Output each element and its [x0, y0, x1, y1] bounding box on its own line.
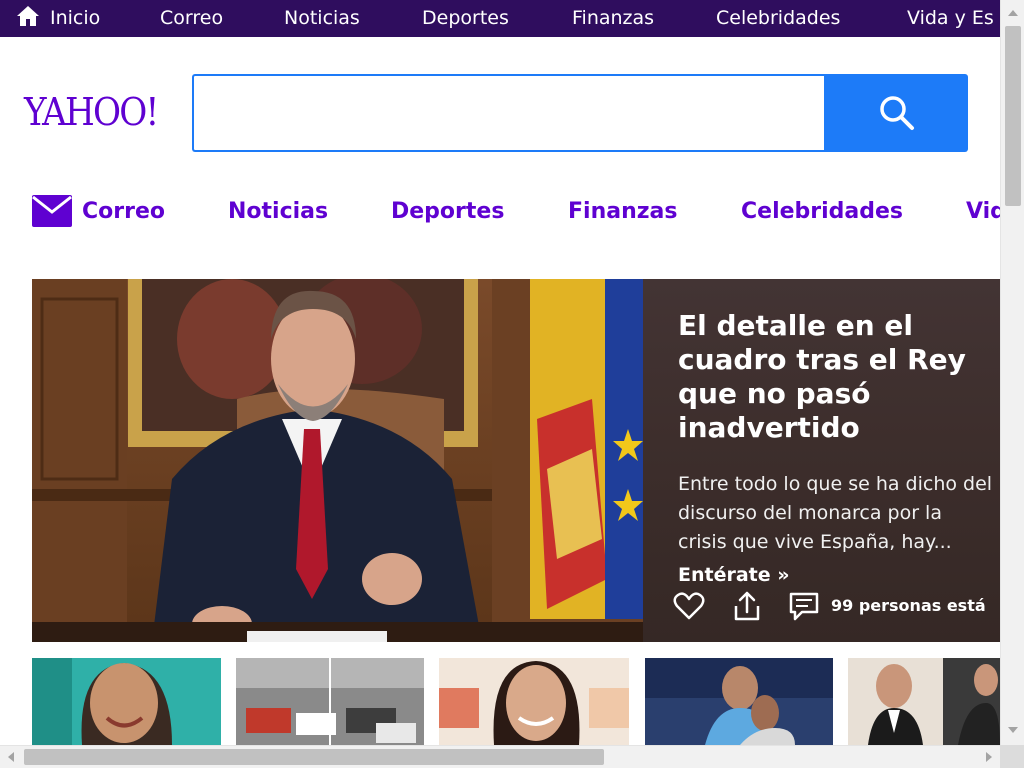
search-icon — [880, 96, 914, 130]
scroll-up-arrow[interactable] — [1008, 10, 1018, 16]
top-nav-correo[interactable]: Correo — [160, 0, 223, 37]
hero-story[interactable]: El detalle en el cuadro tras el Rey que … — [32, 279, 1000, 642]
category-vida[interactable]: Vid — [966, 186, 1000, 240]
top-nav-bar: Inicio Correo Noticias Deportes Finanzas… — [0, 0, 1000, 37]
mail-icon[interactable] — [32, 195, 72, 227]
hero-actions: 99 personas está — [673, 588, 1000, 624]
search-input[interactable] — [192, 74, 826, 152]
category-nav: Correo Noticias Deportes Finanzas Celebr… — [0, 186, 1000, 240]
hero-summary: Entre todo lo que se ha dicho del discur… — [678, 473, 993, 553]
search-button[interactable] — [824, 74, 968, 152]
scrollbar-corner — [1000, 745, 1024, 768]
hero-text-panel: El detalle en el cuadro tras el Rey que … — [643, 279, 1000, 642]
horizontal-scrollbar[interactable] — [0, 745, 1000, 768]
top-nav-celebridades[interactable]: Celebridades — [716, 0, 840, 37]
category-correo[interactable]: Correo — [82, 186, 165, 240]
heart-icon[interactable] — [673, 590, 705, 622]
scroll-down-arrow[interactable] — [1008, 727, 1018, 733]
vertical-scroll-thumb[interactable] — [1005, 26, 1021, 206]
hero-read-more-link[interactable]: Entérate » — [678, 564, 790, 586]
category-finanzas[interactable]: Finanzas — [568, 186, 677, 240]
top-nav-vida-y-estilo[interactable]: Vida y Es — [907, 0, 994, 37]
category-celebridades[interactable]: Celebridades — [741, 186, 903, 240]
thumbnail-4[interactable] — [645, 658, 833, 745]
thumbnail-5[interactable] — [848, 658, 1000, 745]
home-icon[interactable] — [16, 5, 40, 27]
hero-image[interactable] — [32, 279, 643, 642]
thumbnail-2[interactable] — [236, 658, 424, 745]
scroll-right-arrow[interactable] — [986, 752, 992, 762]
top-nav-inicio[interactable]: Inicio — [50, 0, 100, 37]
scroll-left-arrow[interactable] — [8, 752, 14, 762]
top-nav-deportes[interactable]: Deportes — [422, 0, 509, 37]
thumbnail-1[interactable] — [32, 658, 221, 745]
horizontal-scroll-thumb[interactable] — [24, 749, 604, 765]
share-icon[interactable] — [731, 590, 763, 622]
category-deportes[interactable]: Deportes — [391, 186, 504, 240]
hero-headline[interactable]: El detalle en el cuadro tras el Rey que … — [678, 309, 998, 445]
top-nav-noticias[interactable]: Noticias — [284, 0, 360, 37]
comment-icon[interactable] — [788, 590, 820, 622]
thumbnail-3[interactable] — [439, 658, 629, 745]
top-nav-finanzas[interactable]: Finanzas — [572, 0, 654, 37]
yahoo-logo[interactable]: YAHOO! — [24, 90, 159, 134]
hero-comment-count[interactable]: 99 personas está — [831, 596, 986, 615]
vertical-scrollbar[interactable] — [1000, 0, 1024, 745]
category-noticias[interactable]: Noticias — [228, 186, 328, 240]
